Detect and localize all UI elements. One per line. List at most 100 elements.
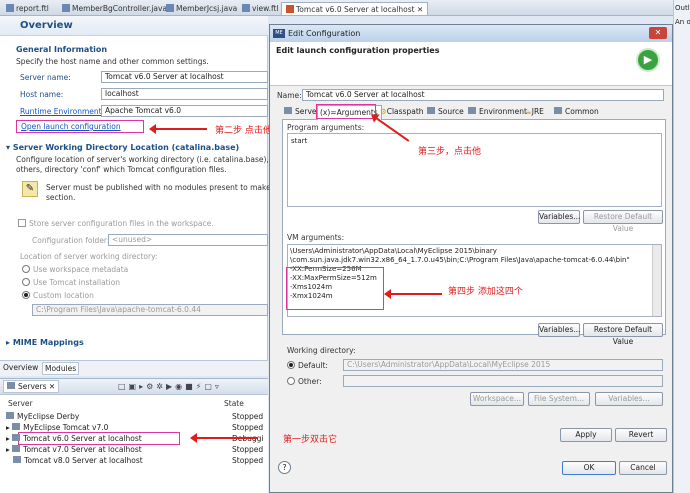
servers-icon [7, 382, 15, 389]
editor-tab-bar: report.ftl MemberBgController.java Membe… [0, 0, 690, 16]
name-field[interactable]: Tomcat v6.0 Server at localhost [302, 89, 664, 101]
restore-default-button[interactable]: Restore Default Value [583, 210, 663, 233]
tab-source[interactable]: Source [425, 105, 467, 119]
tab-classpath[interactable]: ⚙Classpath [378, 105, 427, 119]
radio-other[interactable]: Other: [287, 377, 322, 386]
server-state: Stopped [232, 412, 264, 421]
editor-tab-tomcat[interactable]: Tomcat v6.0 Server at localhost ✕ [281, 2, 429, 15]
config-folder-field[interactable]: <unused> [108, 234, 268, 246]
server-state: Stopped [232, 445, 264, 454]
servers-tab[interactable]: Servers ✕ [3, 380, 60, 393]
server-overview-editor: Overview General Information Specify the… [0, 16, 300, 376]
apply-button[interactable]: Apply [560, 428, 612, 442]
general-info-heading: General Information [16, 45, 108, 54]
radio-icon [22, 278, 30, 286]
java-file-icon [62, 4, 70, 12]
location-desc-1: Configure location of server's working d… [16, 155, 300, 164]
server-icon [6, 412, 14, 419]
server-state: Stopped [232, 423, 264, 432]
server-icon [286, 5, 294, 13]
radio-icon [22, 265, 30, 273]
run-icon: ▶ [636, 48, 660, 72]
default-dir-field[interactable]: C:\Users\Administrator\AppData\Local\MyE… [343, 359, 663, 371]
servers-toolbar[interactable]: □▣▸⚙✲▶◉■⚡▢▿ [118, 382, 222, 391]
radio-tomcat-installation[interactable]: Use Tomcat installation [22, 278, 120, 287]
server-row[interactable]: ▸ Tomcat v7.0 Server at localhost [6, 444, 142, 455]
variables-button-vm[interactable]: Variables... [538, 323, 580, 337]
file-icon [6, 4, 14, 12]
editor-tab-view[interactable]: view.ftl [238, 2, 283, 15]
store-config-checkbox[interactable]: Store server configuration files in the … [18, 219, 214, 228]
ok-button[interactable]: OK [562, 461, 616, 475]
editor-tab-memberjcsj[interactable]: MemberJcsj.java [162, 2, 241, 15]
host-name-label: Host name: [20, 90, 64, 99]
workspace-button[interactable]: Workspace... [470, 392, 524, 406]
tab-environment[interactable]: Environment [466, 105, 530, 119]
variables-button-dir[interactable]: Variables... [595, 392, 663, 406]
source-icon [427, 107, 435, 114]
checkbox-icon [18, 219, 26, 227]
config-folder-label: Configuration folder: [32, 236, 110, 245]
other-dir-field[interactable] [343, 375, 663, 387]
step2-annotation: 第二步 点击他 [215, 126, 272, 136]
server-name-field[interactable]: Tomcat v6.0 Server at localhost [101, 71, 268, 83]
warning-icon: ✎ [22, 181, 38, 197]
location-section-heading[interactable]: ▾ Server Working Directory Location (cat… [6, 143, 239, 152]
outline-panel: Outline An outline [673, 0, 690, 493]
dialog-banner: Edit launch configuration properties ▶ [270, 42, 672, 86]
vm-args-scrollbar[interactable] [652, 245, 661, 316]
host-name-field[interactable]: localhost [101, 88, 268, 100]
editor-tab-controller[interactable]: MemberBgController.java [58, 2, 171, 15]
java-file-icon [166, 4, 174, 12]
step1-annotation: 第一步双击它 [283, 435, 338, 445]
mime-section-heading[interactable]: ▸ MIME Mappings [6, 338, 84, 347]
open-launch-config-link[interactable]: Open launch configuration [21, 122, 121, 131]
tab-modules[interactable]: Modules [42, 362, 80, 375]
vm-args-label: VM arguments: [287, 233, 345, 242]
step4-highlight [286, 267, 384, 310]
help-icon[interactable]: ? [278, 461, 291, 474]
dialog-title: Edit Configuration [288, 29, 361, 38]
radio-icon [287, 361, 295, 369]
radio-custom-location[interactable]: Custom location [22, 291, 94, 300]
classpath-icon: ⚙ [380, 107, 387, 116]
publish-warning-2: section. [46, 193, 76, 202]
custom-location-field[interactable]: C:\Program Files\Java\apache-tomcat-6.0.… [32, 304, 268, 316]
server-state: Stopped [232, 456, 264, 465]
dialog-title-bar: ME Edit Configuration ✕ [270, 25, 672, 42]
server-row-tomcat6[interactable]: ▸ Tomcat v6.0 Server at localhost [6, 433, 142, 444]
cancel-button[interactable]: Cancel [619, 461, 667, 475]
servers-view: Servers ✕ □▣▸⚙✲▶◉■⚡▢▿ Server State MyEcl… [0, 378, 268, 493]
radio-default[interactable]: Default: [287, 361, 328, 370]
general-info-desc: Specify the host name and other common s… [16, 57, 209, 66]
runtime-environment-link[interactable]: Runtime Environment: [20, 107, 104, 116]
revert-button[interactable]: Revert [615, 428, 667, 442]
runtime-select[interactable]: Apache Tomcat v6.0 [101, 105, 268, 117]
tab-overview[interactable]: Overview [3, 363, 38, 372]
close-icon[interactable]: ✕ [649, 27, 667, 39]
server-icon [12, 423, 21, 430]
name-label: Name: [277, 91, 302, 100]
program-args-label: Program arguments: [287, 123, 365, 132]
server-row[interactable]: MyEclipse Derby [6, 411, 79, 422]
editor-tab-report[interactable]: report.ftl [2, 2, 53, 15]
editor-bottom-tabs: Overview Modules [0, 360, 268, 376]
variables-button[interactable]: Variables... [538, 210, 580, 224]
tab-common[interactable]: Common [552, 105, 602, 119]
server-row[interactable]: Tomcat v8.0 Server at localhost [6, 455, 143, 466]
jre-icon: ☕ [525, 107, 532, 116]
outline-tab[interactable]: Outline [675, 4, 690, 12]
radio-workspace-metadata[interactable]: Use workspace metadata [22, 265, 128, 274]
location-label: Location of server working directory: [20, 252, 158, 261]
server-name-label: Server name: [20, 73, 71, 82]
outline-note: An outline [675, 18, 690, 26]
working-dir-label: Working directory: [287, 346, 356, 355]
edit-configuration-dialog: ME Edit Configuration ✕ Edit launch conf… [269, 24, 673, 493]
file-icon [242, 4, 250, 12]
step3-annotation: 第三步，点击他 [418, 147, 482, 157]
server-icon [13, 456, 22, 463]
server-icon [12, 445, 21, 452]
file-system-button[interactable]: File System... [528, 392, 590, 406]
tab-jre[interactable]: ☕JRE [523, 105, 547, 119]
restore-default-vm-button[interactable]: Restore Default Value [583, 323, 663, 346]
